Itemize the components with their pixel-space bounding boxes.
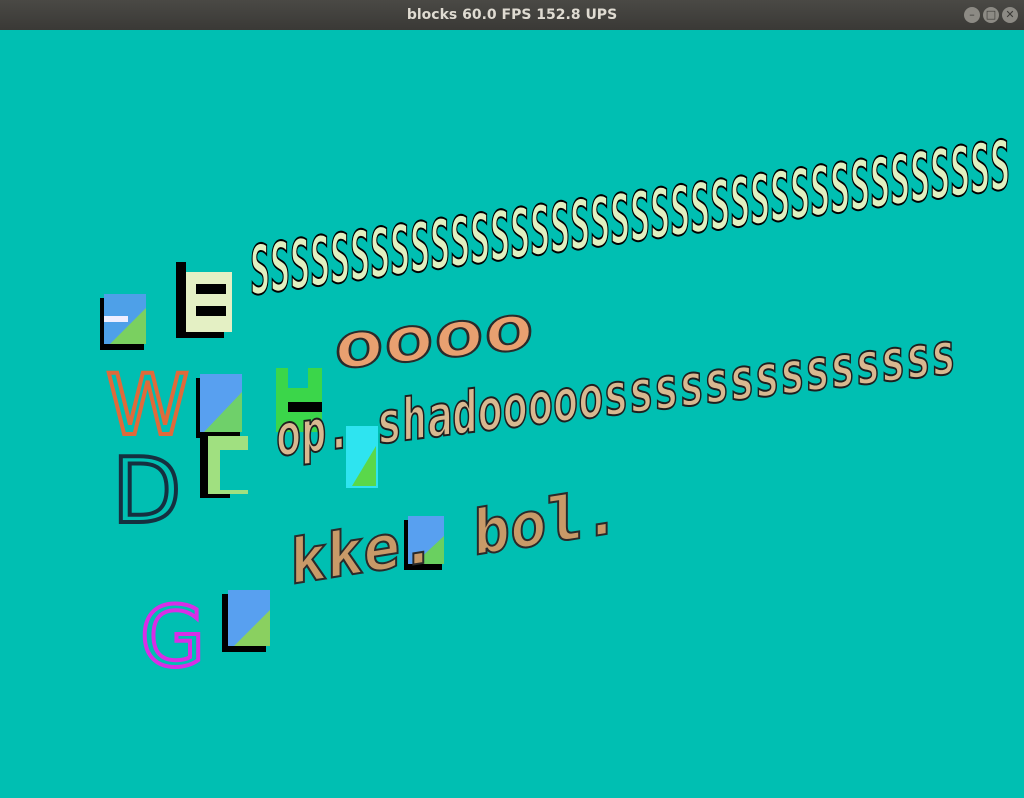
minimize-icon[interactable]: – <box>964 7 980 23</box>
window-title: blocks 60.0 FPS 152.8 UPS <box>406 7 618 23</box>
scene-svg: SSSSSSSSSSSSSSSSSSSSSSSSSSSSSSSSSSSSSS W… <box>0 30 1024 798</box>
app-window: blocks 60.0 FPS 152.8 UPS – □ ✕ W oooo D… <box>0 0 1024 798</box>
close-icon[interactable]: ✕ <box>1002 7 1018 23</box>
capital-d-glyph: D <box>112 439 181 544</box>
maximize-icon[interactable]: □ <box>983 7 999 23</box>
capital-g-glyph: G <box>140 588 205 686</box>
title-bar[interactable]: blocks 60.0 FPS 152.8 UPS – □ ✕ <box>0 0 1024 31</box>
render-canvas[interactable]: SSSSSSSSSSSSSSSSSSSSSSSSSSSSSSSSSSSSSS W… <box>0 30 1024 798</box>
